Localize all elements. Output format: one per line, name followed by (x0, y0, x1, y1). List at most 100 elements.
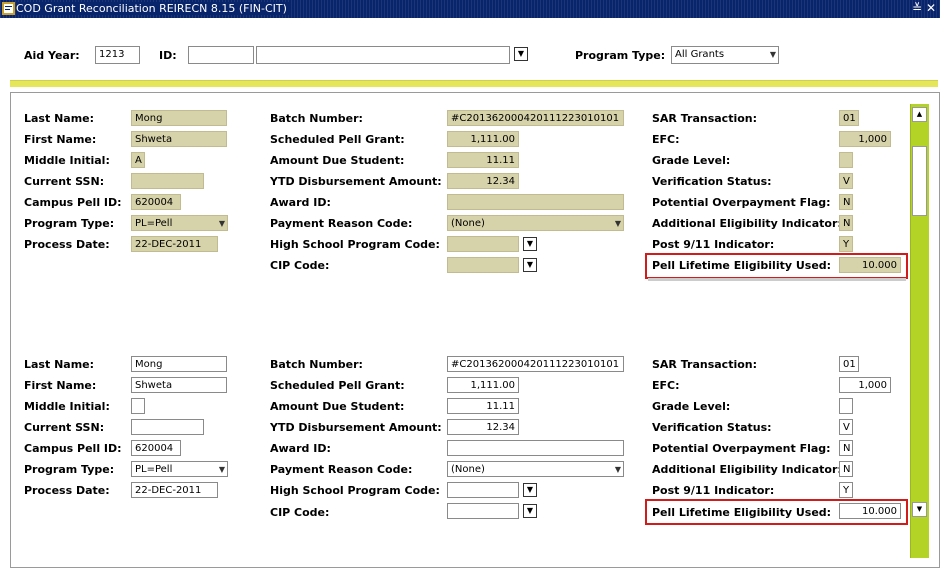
current-ssn-label: Current SSN: (24, 421, 105, 434)
process-date-field[interactable]: 22-DEC-2011 (131, 482, 218, 498)
scroll-up-icon[interactable]: ▲ (912, 107, 927, 122)
first-name-field[interactable]: Shweta (131, 131, 227, 147)
award-id-label: Award ID: (270, 442, 331, 455)
high-school-program-code-label: High School Program Code: (270, 238, 440, 251)
batch-number-label: Batch Number: (270, 358, 363, 371)
first-name-field[interactable]: Shweta (131, 377, 227, 393)
verification-status-field[interactable]: V (839, 419, 853, 435)
award-id-field[interactable] (447, 440, 624, 456)
close-icon[interactable]: ✕ (926, 1, 936, 15)
amount-due-student-field[interactable]: 11.11 (447, 398, 519, 414)
window-title: COD Grant Reconciliation REIRECN 8.15 (F… (16, 2, 291, 15)
verification-status-label: Verification Status: (652, 175, 772, 188)
payment-reason-code-select[interactable]: (None) ▼ (447, 215, 624, 231)
sar-transaction-field[interactable]: 01 (839, 356, 859, 372)
efc-field[interactable]: 1,000 (839, 377, 891, 393)
campus-pell-id-label: Campus Pell ID: (24, 196, 122, 209)
grade-level-field[interactable] (839, 398, 853, 414)
scheduled-pell-grant-field[interactable]: 1,111.00 (447, 377, 519, 393)
high-school-program-code-field[interactable] (447, 482, 519, 498)
program-type-select[interactable]: PL=Pell ▼ (131, 461, 228, 477)
cip-code-lookup-dropdown-icon[interactable]: ▼ (523, 504, 537, 518)
last-name-label: Last Name: (24, 112, 95, 125)
first-name-label: First Name: (24, 133, 97, 146)
current-ssn-label: Current SSN: (24, 175, 105, 188)
grade-level-field[interactable] (839, 152, 853, 168)
scroll-thumb[interactable] (912, 146, 927, 216)
aid-year-field[interactable]: 1213 (95, 46, 140, 64)
campus-pell-id-label: Campus Pell ID: (24, 442, 122, 455)
chevron-down-icon: ▼ (769, 50, 776, 59)
program-type-select[interactable]: PL=Pell ▼ (131, 215, 228, 231)
program-type-select[interactable]: All Grants ▼ (671, 46, 779, 64)
cip-code-label: CIP Code: (270, 259, 330, 272)
award-id-label: Award ID: (270, 196, 331, 209)
cip-code-lookup-dropdown-icon[interactable]: ▼ (523, 258, 537, 272)
cip-code-field[interactable] (447, 257, 519, 273)
scheduled-pell-grant-label: Scheduled Pell Grant: (270, 379, 405, 392)
middle-initial-field[interactable] (131, 398, 145, 414)
amount-due-student-label: Amount Due Student: (270, 400, 405, 413)
scheduled-pell-grant-field[interactable]: 1,111.00 (447, 131, 519, 147)
efc-label: EFC: (652, 133, 680, 146)
program-type-label: Program Type: (24, 217, 115, 230)
additional-eligibility-indicator-label: Additional Eligibility Indicator: (652, 217, 842, 230)
program-type-value: PL=Pell (135, 464, 173, 475)
id-label: ID: (159, 49, 177, 62)
additional-eligibility-indicator-field[interactable]: N (839, 461, 853, 477)
high-school-lookup-dropdown-icon[interactable]: ▼ (523, 483, 537, 497)
process-date-field[interactable]: 22-DEC-2011 (131, 236, 218, 252)
post-911-indicator-field[interactable]: Y (839, 482, 853, 498)
middle-initial-field[interactable]: A (131, 152, 145, 168)
key-block: Aid Year: 1213 ID: ▼ Program Type: All G… (0, 18, 940, 78)
batch-number-field[interactable]: #C201362000420111223010101 (447, 110, 624, 126)
post-911-indicator-label: Post 9/11 Indicator: (652, 238, 775, 251)
additional-eligibility-indicator-field[interactable]: N (839, 215, 853, 231)
program-type-select-value: All Grants (675, 49, 725, 60)
middle-initial-label: Middle Initial: (24, 154, 110, 167)
campus-pell-id-field[interactable]: 620004 (131, 194, 181, 210)
middle-initial-label: Middle Initial: (24, 400, 110, 413)
id-lookup-dropdown-icon[interactable]: ▼ (514, 47, 528, 61)
highlight-box (645, 253, 908, 279)
post-911-indicator-field[interactable]: Y (839, 236, 853, 252)
current-ssn-field[interactable] (131, 419, 204, 435)
additional-eligibility-indicator-label: Additional Eligibility Indicator: (652, 463, 842, 476)
grade-level-label: Grade Level: (652, 400, 731, 413)
campus-pell-id-field[interactable]: 620004 (131, 440, 181, 456)
potential-overpayment-flag-field[interactable]: N (839, 194, 853, 210)
first-name-label: First Name: (24, 379, 97, 392)
restore-icon[interactable]: ≚ (912, 1, 922, 15)
amount-due-student-field[interactable]: 11.11 (447, 152, 519, 168)
id-field[interactable] (188, 46, 254, 64)
amount-due-student-label: Amount Due Student: (270, 154, 405, 167)
award-id-field[interactable] (447, 194, 624, 210)
verification-status-label: Verification Status: (652, 421, 772, 434)
process-date-label: Process Date: (24, 238, 110, 251)
current-ssn-field[interactable] (131, 173, 204, 189)
window-title-bar: COD Grant Reconciliation REIRECN 8.15 (F… (0, 0, 940, 18)
verification-status-field[interactable]: V (839, 173, 853, 189)
ytd-disbursement-amount-field[interactable]: 12.34 (447, 419, 519, 435)
last-name-field[interactable]: Mong (131, 356, 227, 372)
payment-reason-code-select[interactable]: (None) ▼ (447, 461, 624, 477)
batch-number-field[interactable]: #C201362000420111223010101 (447, 356, 624, 372)
name-field (256, 46, 510, 64)
sar-transaction-field[interactable]: 01 (839, 110, 859, 126)
high-school-lookup-dropdown-icon[interactable]: ▼ (523, 237, 537, 251)
high-school-program-code-label: High School Program Code: (270, 484, 440, 497)
potential-overpayment-flag-field[interactable]: N (839, 440, 853, 456)
high-school-program-code-field[interactable] (447, 236, 519, 252)
payment-reason-code-value: (None) (451, 464, 485, 475)
ytd-disbursement-amount-field[interactable]: 12.34 (447, 173, 519, 189)
efc-label: EFC: (652, 379, 680, 392)
scroll-down-icon[interactable]: ▼ (912, 502, 927, 517)
efc-field[interactable]: 1,000 (839, 131, 891, 147)
last-name-field[interactable]: Mong (131, 110, 227, 126)
aid-year-label: Aid Year: (24, 49, 80, 62)
payment-reason-code-label: Payment Reason Code: (270, 463, 413, 476)
cip-code-field[interactable] (447, 503, 519, 519)
vertical-scrollbar[interactable]: ▲ ▼ (910, 104, 929, 558)
program-type-label: Program Type: (24, 463, 115, 476)
ytd-disbursement-amount-label: YTD Disbursement Amount: (270, 175, 442, 188)
